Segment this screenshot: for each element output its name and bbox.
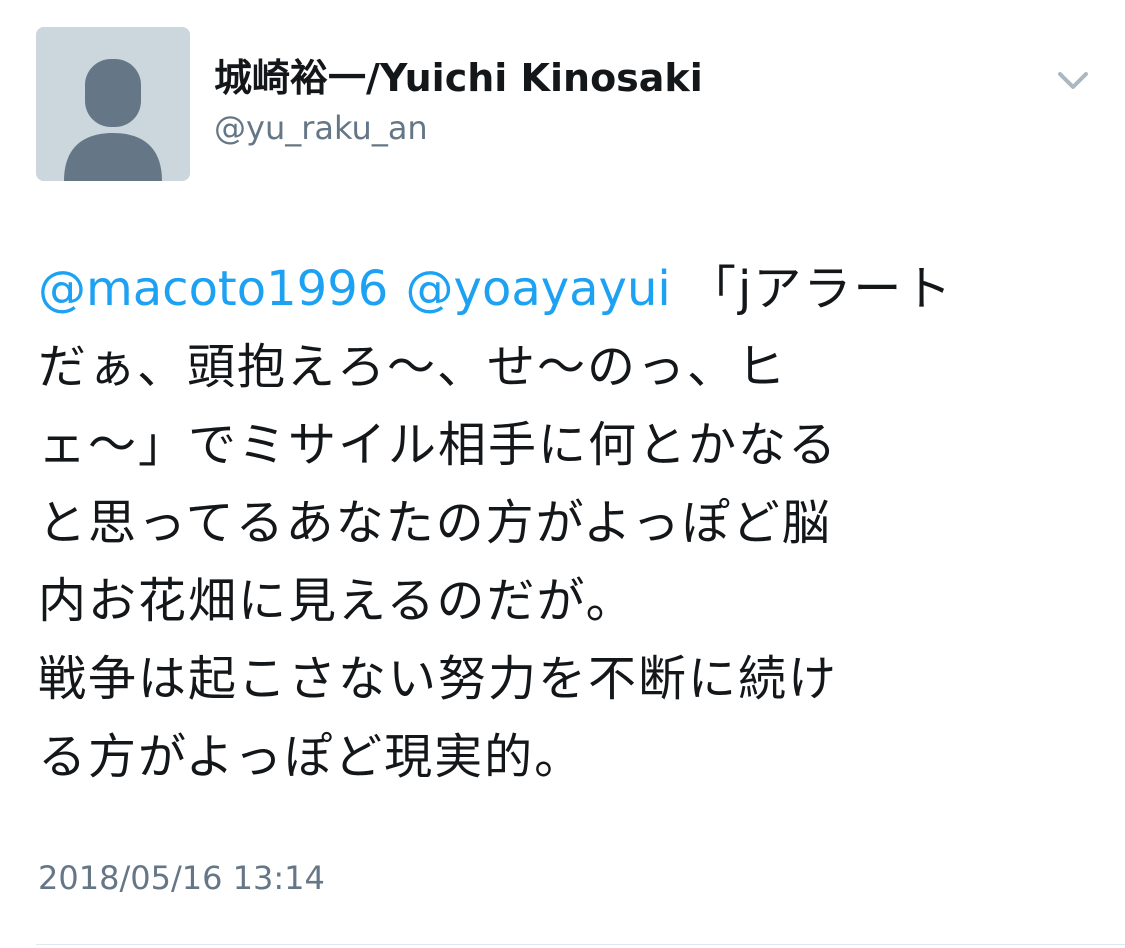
user-handle[interactable]: @yu_raku_an [214,108,428,148]
tweet-text: @macoto1996 @yoayayui 「jアラート だぁ、頭抱えろ〜、せ〜… [38,250,1098,796]
tweet-line: @macoto1996 @yoayayui 「jアラート [38,250,1098,328]
avatar[interactable] [36,27,190,181]
chevron-down-icon [1058,72,1088,89]
display-name[interactable]: 城崎裕一/Yuichi Kinosaki [214,56,703,100]
tweet-line: 内お花畑に見えるのだが。 [38,573,636,629]
tweet-line: と思ってるあなたの方がよっぽど脳 [38,495,832,551]
tweet-line: る方がよっぽど現実的。 [38,729,585,785]
tweet-line: ェ〜」でミサイル相手に何とかなる [38,417,839,473]
divider [36,944,1125,945]
tweet-menu-button[interactable] [1054,62,1092,100]
tweet-line-text: 「jアラート [687,261,954,317]
tweet-card: 城崎裕一/Yuichi Kinosaki @yu_raku_an @macoto… [0,0,1125,948]
mention-link[interactable]: @macoto1996 [38,261,388,317]
tweet-timestamp[interactable]: 2018/05/16 13:14 [38,858,325,898]
tweet-line: 戦争は起こさない努力を不断に続け [38,651,839,707]
tweet-line: だぁ、頭抱えろ〜、せ〜のっ、ヒ [38,339,788,395]
mention-link[interactable]: @yoayayui [406,261,671,317]
default-profile-icon [36,27,190,181]
